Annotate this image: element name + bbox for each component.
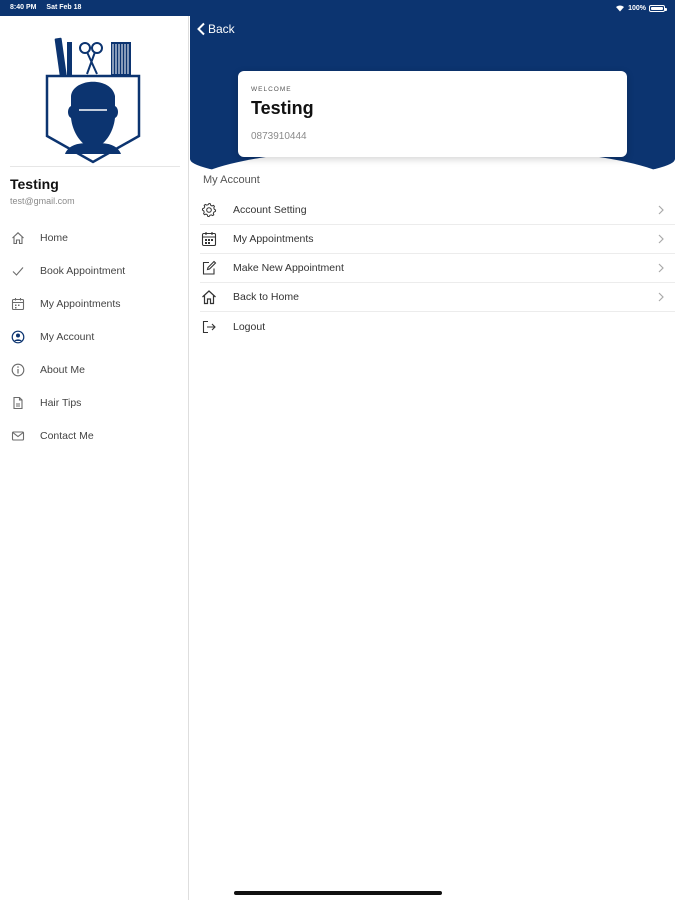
chevron-right-icon bbox=[655, 233, 667, 245]
menu-item-account-setting[interactable]: Account Setting bbox=[200, 196, 675, 225]
status-time: 8:40 PM bbox=[10, 4, 37, 11]
chevron-right-icon bbox=[655, 262, 667, 274]
welcome-tag: WELCOME bbox=[251, 86, 292, 93]
user-circle-icon bbox=[10, 329, 26, 345]
home-icon bbox=[10, 230, 26, 246]
sidebar-item-label: About Me bbox=[40, 363, 85, 376]
calendar-icon bbox=[200, 230, 218, 248]
profile-email: test@gmail.com bbox=[10, 196, 75, 206]
menu-item-my-appointments[interactable]: My Appointments bbox=[200, 225, 675, 254]
sidebar: Testing test@gmail.com Home Book Appoint… bbox=[0, 16, 189, 900]
menu-item-label: Back to Home bbox=[233, 291, 299, 303]
status-bar: 8:40 PM Sat Feb 18 100% bbox=[0, 0, 675, 16]
sidebar-item-label: Contact Me bbox=[40, 429, 94, 442]
barber-logo bbox=[45, 37, 141, 164]
sidebar-item-book-appointment[interactable]: Book Appointment bbox=[0, 254, 189, 287]
welcome-card: WELCOME Testing 0873910444 bbox=[238, 71, 627, 157]
sidebar-divider bbox=[10, 166, 180, 167]
chevron-right-icon bbox=[655, 291, 667, 303]
section-title: My Account bbox=[203, 174, 260, 186]
home-icon bbox=[200, 288, 218, 306]
sidebar-nav: Home Book Appointment My Appointments My… bbox=[0, 221, 189, 452]
sidebar-item-my-account[interactable]: My Account bbox=[0, 320, 189, 353]
menu-item-label: My Appointments bbox=[233, 233, 314, 245]
welcome-name: Testing bbox=[251, 98, 314, 118]
home-indicator[interactable] bbox=[234, 891, 442, 895]
chevron-right-icon bbox=[655, 204, 667, 216]
gear-icon bbox=[200, 201, 218, 219]
menu-item-label: Make New Appointment bbox=[233, 262, 344, 274]
sidebar-item-my-appointments[interactable]: My Appointments bbox=[0, 287, 189, 320]
battery-percent: 100% bbox=[628, 4, 646, 12]
sidebar-item-label: Book Appointment bbox=[40, 264, 126, 277]
sidebar-item-label: My Appointments bbox=[40, 297, 121, 310]
check-icon bbox=[10, 263, 26, 279]
sidebar-item-label: Home bbox=[40, 231, 69, 244]
mail-icon bbox=[10, 428, 26, 444]
chevron-left-icon bbox=[197, 22, 205, 36]
main-panel: Back WELCOME Testing 0873910444 My Accou… bbox=[190, 16, 675, 900]
welcome-phone: 0873910444 bbox=[251, 131, 307, 142]
calendar-icon bbox=[10, 296, 26, 312]
document-icon bbox=[10, 395, 26, 411]
menu-item-make-new-appointment[interactable]: Make New Appointment bbox=[200, 254, 675, 283]
info-icon bbox=[10, 362, 26, 378]
menu-item-label: Account Setting bbox=[233, 204, 307, 216]
sidebar-item-contact-me[interactable]: Contact Me bbox=[0, 419, 189, 452]
menu-item-logout[interactable]: Logout bbox=[200, 312, 675, 341]
menu-item-label: Logout bbox=[233, 320, 266, 333]
back-button[interactable]: Back bbox=[196, 22, 235, 36]
sidebar-item-label: Hair Tips bbox=[40, 396, 82, 409]
wifi-icon bbox=[616, 5, 625, 12]
status-date: Sat Feb 18 bbox=[46, 4, 82, 11]
battery-icon bbox=[649, 4, 667, 12]
menu-item-back-to-home[interactable]: Back to Home bbox=[200, 283, 675, 312]
profile-name: Testing bbox=[10, 176, 59, 192]
sidebar-item-about-me[interactable]: About Me bbox=[0, 353, 189, 386]
account-menu: Account Setting My Appointments Make New… bbox=[200, 196, 675, 341]
logout-icon bbox=[200, 318, 218, 336]
edit-icon bbox=[200, 259, 218, 277]
sidebar-item-home[interactable]: Home bbox=[0, 221, 189, 254]
back-label: Back bbox=[208, 22, 235, 36]
sidebar-item-hair-tips[interactable]: Hair Tips bbox=[0, 386, 189, 419]
sidebar-item-label: My Account bbox=[40, 330, 95, 343]
